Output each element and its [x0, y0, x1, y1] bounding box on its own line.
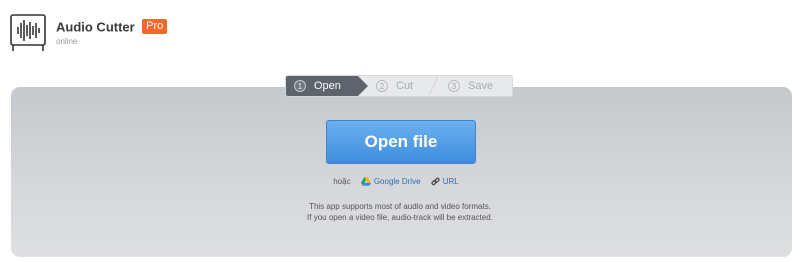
or-label: hoặc — [333, 177, 351, 186]
info-line-1: This app supports most of audio and vide… — [309, 202, 491, 211]
step-number: 3 — [448, 80, 460, 92]
step-label: Cut — [396, 80, 414, 92]
url-link[interactable]: URL — [431, 177, 459, 186]
pro-badge: Pro — [142, 19, 168, 35]
google-drive-icon — [360, 177, 371, 186]
brand-name: Audio Cutter — [56, 19, 135, 35]
step-number: 2 — [376, 80, 388, 92]
step-open[interactable]: 1 Open — [286, 76, 368, 96]
alternative-sources: hoặc Google Drive URL — [0, 177, 800, 186]
step-label: Open — [314, 80, 341, 92]
info-line-2: If you open a video file, audio-track wi… — [307, 213, 493, 222]
google-drive-label: Google Drive — [373, 177, 421, 186]
format-info: This app supports most of audio and vide… — [0, 201, 800, 223]
google-drive-link[interactable]: Google Drive — [360, 177, 423, 186]
step-tabs: 1 Open 2 Cut 3 Save — [285, 75, 513, 97]
brand-title: Audio Cutter Pro — [56, 18, 168, 36]
step-number: 1 — [294, 80, 306, 92]
step-label: Save — [468, 80, 494, 92]
audio-waveform-logo-icon — [10, 14, 46, 51]
main-panel — [11, 87, 792, 257]
link-icon — [431, 177, 440, 186]
url-label: URL — [442, 177, 459, 186]
brand-subtitle: online — [56, 37, 78, 46]
open-file-button[interactable]: Open file — [326, 120, 476, 164]
step-save[interactable]: 3 Save — [440, 76, 512, 96]
